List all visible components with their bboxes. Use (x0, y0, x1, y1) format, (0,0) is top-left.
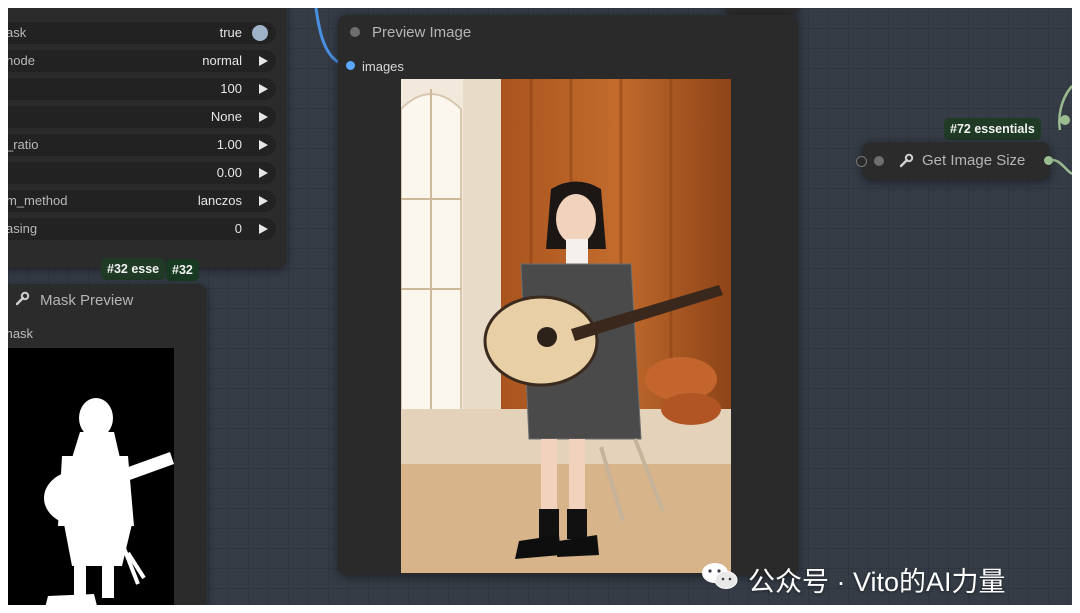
node-title: Mask Preview (40, 292, 134, 309)
widget-value: 0 (234, 221, 242, 236)
green-link-upper (1058, 85, 1072, 131)
get-image-size-node[interactable]: Get Image Size (856, 142, 1053, 180)
collapse-dot-icon[interactable] (350, 27, 360, 37)
widget-row-mask[interactable]: ask true (8, 22, 276, 44)
node-title: Preview Image (372, 24, 472, 41)
slot-label: mask (8, 326, 34, 341)
widget-row-method[interactable]: m_method lanczos (8, 190, 276, 212)
widget-value: None (210, 109, 242, 124)
node-badge: #32 (166, 259, 199, 281)
widget-value: lanczos (197, 193, 242, 208)
node-badge: #72 essentials (944, 118, 1041, 140)
widget-row-4[interactable]: None (8, 106, 276, 128)
widget-row-ratio[interactable]: _ratio 1.00 (8, 134, 276, 156)
arrow-right-icon[interactable] (259, 56, 268, 66)
widget-row-easing[interactable]: asing 0 (8, 218, 276, 240)
wrench-icon (899, 153, 914, 168)
arrow-right-icon[interactable] (259, 140, 268, 150)
widget-label: _ratio (8, 137, 39, 152)
slot-label: images (362, 59, 404, 74)
widget-value: normal (202, 53, 242, 68)
watermark: 公众号 · Vito的AI力量 (700, 558, 1070, 598)
widget-row-mode[interactable]: node normal (8, 50, 276, 72)
photo-illustration (401, 79, 731, 573)
widget-value: 100 (220, 81, 242, 96)
collapse-dot-icon[interactable] (874, 156, 884, 166)
widget-label: ask (8, 25, 27, 40)
node-title: Get Image Size (922, 152, 1026, 169)
blue-link (314, 8, 339, 64)
widget-row-6[interactable]: 0.00 (8, 162, 276, 184)
input-slot-dot-icon[interactable] (856, 156, 867, 167)
widget-value: 1.00 (216, 137, 242, 152)
green-link-lower (1051, 158, 1072, 175)
preview-photo (401, 79, 731, 573)
input-slot-dot-icon[interactable] (346, 61, 355, 70)
offscreen-node-stub[interactable] (726, 8, 798, 14)
link-reroute-dot (1060, 115, 1070, 125)
arrow-right-icon[interactable] (259, 168, 268, 178)
arrow-right-icon[interactable] (259, 196, 268, 206)
mask-preview-node[interactable]: Mask Preview mask (8, 284, 206, 605)
widget-value: true (219, 25, 242, 40)
node-badge: #32 esse (101, 258, 166, 280)
settings-node[interactable]: ask true node normal 100 None _ratio 1.0… (8, 8, 286, 268)
mask-image (8, 348, 174, 605)
output-slot-dot-icon[interactable] (1044, 156, 1053, 165)
toggle-knob-icon[interactable] (252, 25, 268, 41)
arrow-right-icon[interactable] (259, 84, 268, 94)
wechat-icon (702, 563, 738, 589)
widget-value: 0.00 (216, 165, 242, 180)
preview-image-node[interactable]: Preview Image images (338, 15, 798, 575)
wrench-icon (15, 291, 30, 306)
watermark-text: 公众号 · Vito的AI力量 (748, 567, 1006, 597)
arrow-right-icon[interactable] (259, 224, 268, 234)
mask-silhouette (44, 398, 174, 605)
widget-label: asing (8, 221, 38, 236)
node-canvas[interactable]: ask true node normal 100 None _ratio 1.0… (8, 8, 1072, 605)
widget-label: node (8, 53, 35, 68)
widget-row-3[interactable]: 100 (8, 78, 276, 100)
widget-label: m_method (8, 193, 68, 208)
arrow-right-icon[interactable] (259, 112, 268, 122)
